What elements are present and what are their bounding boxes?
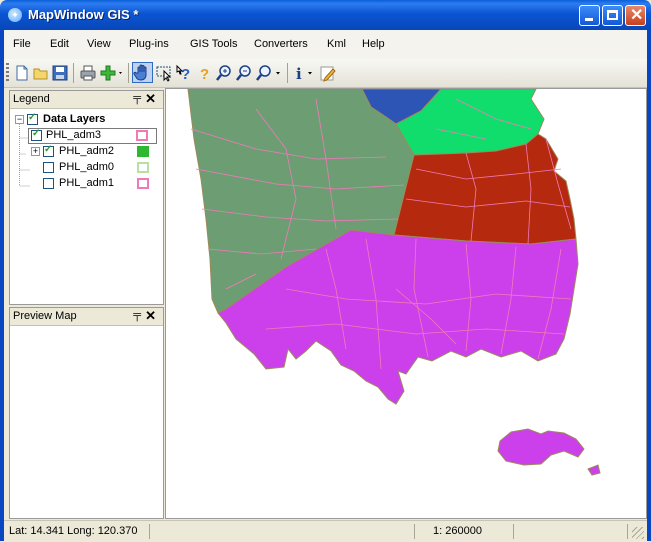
close-icon: ✕ [630,7,644,24]
menu-converters[interactable]: Converters [254,38,308,50]
legend-panel: Legend ╤ ✕ − Data Layers PHL_adm3 + PHL_… [9,90,164,305]
zoom-extent-icon[interactable] [255,64,283,82]
legend-layer-phl-adm1[interactable]: PHL_adm1 [10,176,160,192]
toolbar-separator [287,63,288,83]
svg-text:?: ? [181,66,190,82]
menu-gis-tools[interactable]: GIS Tools [190,38,238,50]
minimize-icon [585,18,593,21]
layer-checkbox[interactable] [43,144,54,157]
maximize-button[interactable] [602,5,623,26]
help-icon[interactable]: ? [196,64,214,83]
menu-kml[interactable]: Kml [327,38,346,50]
region-islet [587,464,601,476]
scale-readout: 1: 260000 [419,524,514,539]
svg-text:?: ? [200,66,209,82]
collapse-icon[interactable]: − [15,115,24,124]
layer-label: PHL_adm0 [59,161,115,173]
select-icon[interactable] [156,64,174,82]
window-title: MapWindow GIS * [28,7,139,22]
layer-symbol[interactable] [136,130,148,141]
layer-checkbox[interactable] [31,128,42,141]
pin-icon[interactable]: ╤ [133,92,141,104]
preview-header: Preview Map ╤ ✕ [10,308,163,326]
coordinates-readout: Lat: 14.341 Long: 120.370 [9,524,150,539]
toolbar-separator [73,63,74,83]
zoom-in-icon[interactable] [215,64,233,82]
window-frame-left [0,30,4,541]
print-icon[interactable] [79,64,97,82]
preview-map-panel: Preview Map ╤ ✕ [9,307,164,519]
menu-bar: File Edit View Plug-ins GIS Tools Conver… [4,30,647,59]
status-bar: Lat: 14.341 Long: 120.370 1: 260000 [4,520,647,542]
maximize-icon [607,10,618,20]
status-cell-empty [154,524,415,539]
globe-icon: ✦ [8,8,22,22]
preview-close-icon[interactable]: ✕ [145,308,156,324]
legend-layer-phl-adm2[interactable]: + PHL_adm2 [10,144,160,160]
status-cell-empty [519,524,628,539]
layer-symbol[interactable] [137,178,149,189]
toolbar: ? ? i [4,59,647,88]
save-icon[interactable] [51,64,69,82]
layer-symbol[interactable] [137,146,149,157]
layer-checkbox[interactable] [43,162,54,173]
legend-header: Legend ╤ ✕ [10,91,163,109]
group-checkbox[interactable] [27,112,38,125]
layer-checkbox[interactable] [43,178,54,189]
add-layer-icon[interactable] [99,64,125,82]
legend-group-data-layers[interactable]: − Data Layers [10,112,160,128]
minimize-button[interactable] [579,5,600,26]
map-layer[interactable] [166,89,647,519]
toolbar-separator [128,63,129,83]
menu-edit[interactable]: Edit [50,38,69,50]
legend-close-icon[interactable]: ✕ [145,91,156,107]
open-folder-icon[interactable] [32,64,50,82]
new-document-icon[interactable] [13,64,31,82]
menu-plugins[interactable]: Plug-ins [129,38,169,50]
map-canvas[interactable] [165,88,647,519]
region-island [497,428,585,466]
preview-title: Preview Map [13,310,77,322]
layer-label: PHL_adm3 [46,129,102,141]
identify-icon[interactable]: ? [176,64,194,83]
window-frame-right [647,30,651,541]
menu-file[interactable]: File [13,38,31,50]
toolbar-grip[interactable] [6,63,9,83]
layer-symbol[interactable] [137,162,149,173]
expand-icon[interactable]: + [31,147,40,156]
legend-layer-phl-adm0[interactable]: PHL_adm0 [10,160,160,176]
pan-hand-icon[interactable] [132,62,153,83]
svg-text:i: i [296,65,302,82]
resize-grip[interactable] [632,527,644,539]
legend-layer-phl-adm3[interactable]: PHL_adm3 [28,128,157,144]
legend-title: Legend [13,93,50,105]
main-window: ✦ MapWindow GIS * ✕ File Edit View Plug-… [0,0,651,542]
close-button[interactable]: ✕ [625,5,646,26]
layer-label: PHL_adm1 [59,177,115,189]
group-label: Data Layers [43,113,106,125]
zoom-out-icon[interactable] [235,64,253,82]
menu-view[interactable]: View [87,38,111,50]
menu-help[interactable]: Help [362,38,385,50]
title-bar[interactable]: ✦ MapWindow GIS * ✕ [0,0,651,30]
layer-label: PHL_adm2 [59,145,115,157]
info-icon[interactable]: i [292,64,318,83]
pin-icon[interactable]: ╤ [133,309,141,321]
edit-icon[interactable] [319,64,337,82]
